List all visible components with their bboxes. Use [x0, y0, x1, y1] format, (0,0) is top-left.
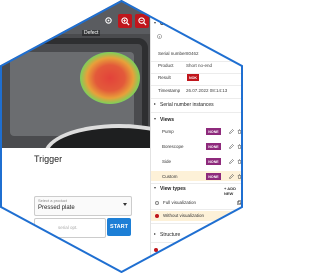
section-serial-instances[interactable]: Serial number instances	[151, 99, 243, 111]
edit-icon[interactable]	[229, 174, 234, 179]
field-key: Result	[158, 75, 171, 80]
status-dot	[154, 248, 158, 252]
camera-viewer[interactable]: Defect	[0, 0, 150, 150]
section-view-types-title: View types	[160, 186, 186, 192]
section-structure[interactable]: Structure	[151, 229, 243, 241]
section-general[interactable]: General	[151, 18, 243, 30]
start-button[interactable]: START	[107, 218, 131, 236]
view-badge: NONE	[206, 173, 221, 180]
field-key: Timestamp	[158, 88, 181, 93]
zoom-out-button[interactable]	[135, 14, 149, 28]
section-views[interactable]: Views	[151, 114, 243, 126]
radio-label: Without visualization	[163, 213, 205, 218]
product-select-caption: Select a product	[38, 198, 67, 203]
settings-icon[interactable]	[104, 16, 113, 25]
delete-icon[interactable]	[237, 129, 242, 134]
edit-icon[interactable]	[229, 159, 234, 164]
section-serial-instances-title: Serial number instances	[160, 102, 214, 108]
delete-icon[interactable]	[237, 159, 242, 164]
copy-icon[interactable]	[237, 213, 242, 218]
view-badge: NONE	[206, 143, 221, 150]
product-select-value: Pressed plate	[38, 205, 75, 211]
result-nok-badge: NOK	[187, 74, 199, 81]
radio-full-visualization[interactable]	[155, 201, 159, 205]
detection-label: Defect	[82, 30, 101, 36]
section-structure-title: Structure	[160, 232, 181, 238]
edit-icon[interactable]	[229, 144, 234, 149]
hexagon-frame: Defect Trigger Select a product Pressed …	[0, 0, 243, 273]
view-label-custom: Custom	[162, 174, 178, 179]
divider	[151, 258, 243, 259]
view-label-pump: Pump	[162, 129, 174, 134]
view-badge: NONE	[206, 128, 221, 135]
chevron-down-icon	[154, 22, 156, 24]
field-product: Product Short no-end	[152, 60, 243, 72]
zoom-in-button[interactable]	[118, 14, 132, 28]
divider	[151, 112, 243, 113]
field-value: 80462	[186, 51, 199, 56]
divider	[151, 223, 243, 224]
chevron-right-icon	[154, 103, 156, 105]
info-icon	[157, 34, 162, 39]
radio-label: Full visualization	[163, 200, 197, 205]
field-value: Short no-end	[186, 63, 213, 68]
view-badge: NONE	[206, 158, 221, 165]
field-key: Serial number	[158, 51, 187, 56]
delete-icon[interactable]	[237, 174, 242, 179]
add-new-button[interactable]: + ADD NEW	[224, 186, 243, 196]
edit-icon[interactable]	[229, 129, 234, 134]
zoom-out-icon	[137, 16, 147, 26]
zoom-in-icon	[120, 16, 130, 26]
trigger-title: Trigger	[34, 154, 63, 164]
heatmap-overlay	[80, 52, 140, 104]
field-serial-number: Serial number 80462	[152, 48, 243, 60]
divider	[151, 242, 243, 243]
copy-icon[interactable]	[237, 200, 242, 205]
field-key: Product	[158, 63, 174, 68]
serial-input-placeholder: serial opt.	[58, 225, 78, 230]
chevron-down-icon	[154, 118, 156, 120]
chevron-down-icon	[154, 187, 156, 189]
field-value: 26.07.2022 08:14:13	[186, 88, 228, 93]
section-views-title: Views	[160, 117, 175, 123]
view-label-side: Side	[162, 159, 172, 164]
divider	[151, 209, 243, 210]
view-label-borescope: Borescope	[162, 144, 184, 149]
chevron-down-icon[interactable]	[123, 203, 127, 206]
radio-without-visualization[interactable]	[155, 214, 159, 218]
section-general-title: General	[160, 21, 179, 27]
delete-icon[interactable]	[237, 144, 242, 149]
field-timestamp: Timestamp 26.07.2022 08:14:13	[152, 85, 243, 97]
chevron-right-icon	[154, 233, 156, 235]
